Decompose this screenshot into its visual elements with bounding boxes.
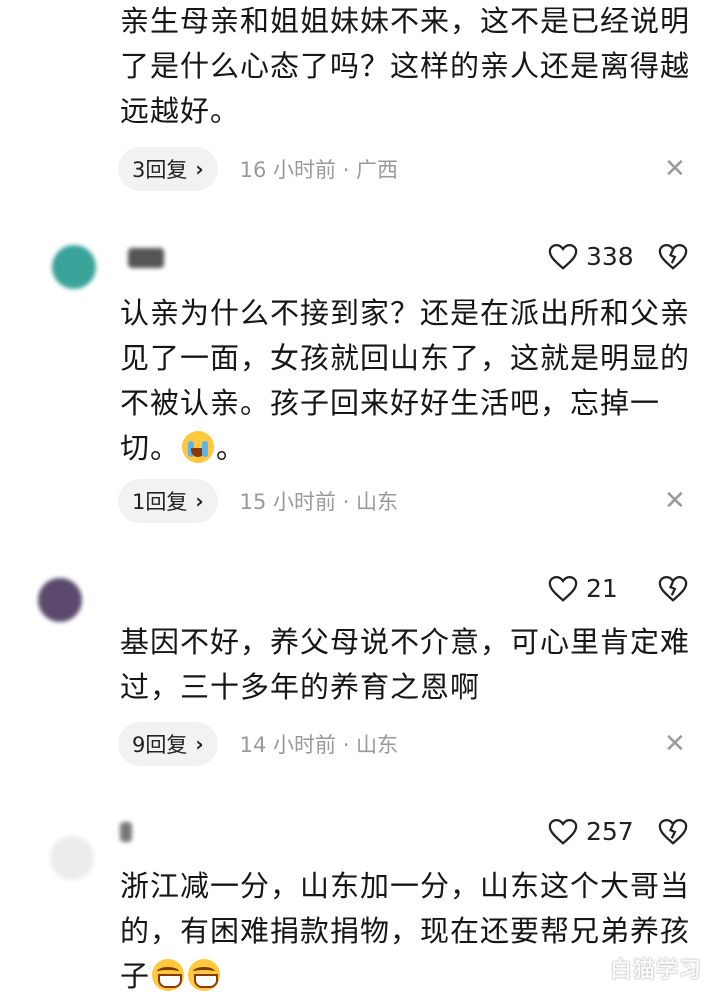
reply-count-label: 3回复: [132, 158, 188, 182]
avatar[interactable]: [50, 836, 94, 880]
chevron-right-icon: ›: [195, 489, 204, 513]
reply-count-button[interactable]: 1回复 ›: [118, 479, 218, 523]
comment-text: 认亲为什么不接到家？还是在派出所和父亲见了一面，女孩就回山东了，这就是明显的不被…: [120, 291, 700, 471]
comment-meta: 3回复 › 16 小时前 · 广西: [118, 147, 398, 191]
like-count: 21: [586, 574, 618, 603]
reply-count-label: 9回复: [132, 733, 188, 757]
broken-heart-icon[interactable]: [658, 575, 688, 603]
laughing-emoji-icon: [152, 959, 185, 991]
avatar[interactable]: [38, 578, 82, 622]
close-icon[interactable]: ✕: [664, 154, 686, 184]
like-count: 338: [586, 242, 634, 271]
laughing-emoji-icon: [188, 959, 221, 991]
crying-emoji-icon: [182, 431, 215, 463]
avatar[interactable]: [52, 245, 96, 289]
comment-time-location: 14 小时前 · 山东: [239, 733, 399, 757]
watermark: 白猫学习: [610, 958, 703, 983]
comment-text-tail: 。: [216, 431, 247, 465]
chevron-right-icon: ›: [195, 157, 204, 181]
reply-count-label: 1回复: [132, 490, 188, 514]
comment-text: 亲生母亲和姐姐妹妹不来，这不是已经说明了是什么心态了吗？这样的亲人还是离得越远越…: [120, 4, 691, 128]
reply-count-button[interactable]: 9回复 ›: [118, 722, 218, 766]
like-button[interactable]: 257: [548, 817, 634, 846]
comment-text: 基因不好，养父母说不介意，可心里肯定难过，三十多年的养育之恩啊: [120, 625, 691, 704]
heart-outline-icon: [548, 243, 578, 270]
broken-heart-icon[interactable]: [658, 818, 688, 846]
username[interactable]: [120, 822, 132, 842]
like-button[interactable]: 338: [548, 242, 634, 271]
comment-time-location: 15 小时前 · 山东: [239, 490, 399, 514]
like-button[interactable]: 21: [548, 574, 618, 603]
comment-meta: 1回复 › 15 小时前 · 山东: [118, 479, 398, 523]
heart-outline-icon: [548, 818, 578, 845]
close-icon[interactable]: ✕: [664, 486, 686, 516]
chevron-right-icon: ›: [195, 732, 204, 756]
reply-count-button[interactable]: 3回复 ›: [118, 147, 218, 191]
heart-outline-icon: [548, 575, 578, 602]
close-icon[interactable]: ✕: [664, 729, 686, 759]
broken-heart-icon[interactable]: [658, 243, 688, 271]
like-count: 257: [586, 817, 634, 846]
comment-time-location: 16 小时前 · 广西: [239, 158, 399, 182]
username[interactable]: [128, 248, 164, 268]
comment-meta: 9回复 › 14 小时前 · 山东: [118, 722, 398, 766]
